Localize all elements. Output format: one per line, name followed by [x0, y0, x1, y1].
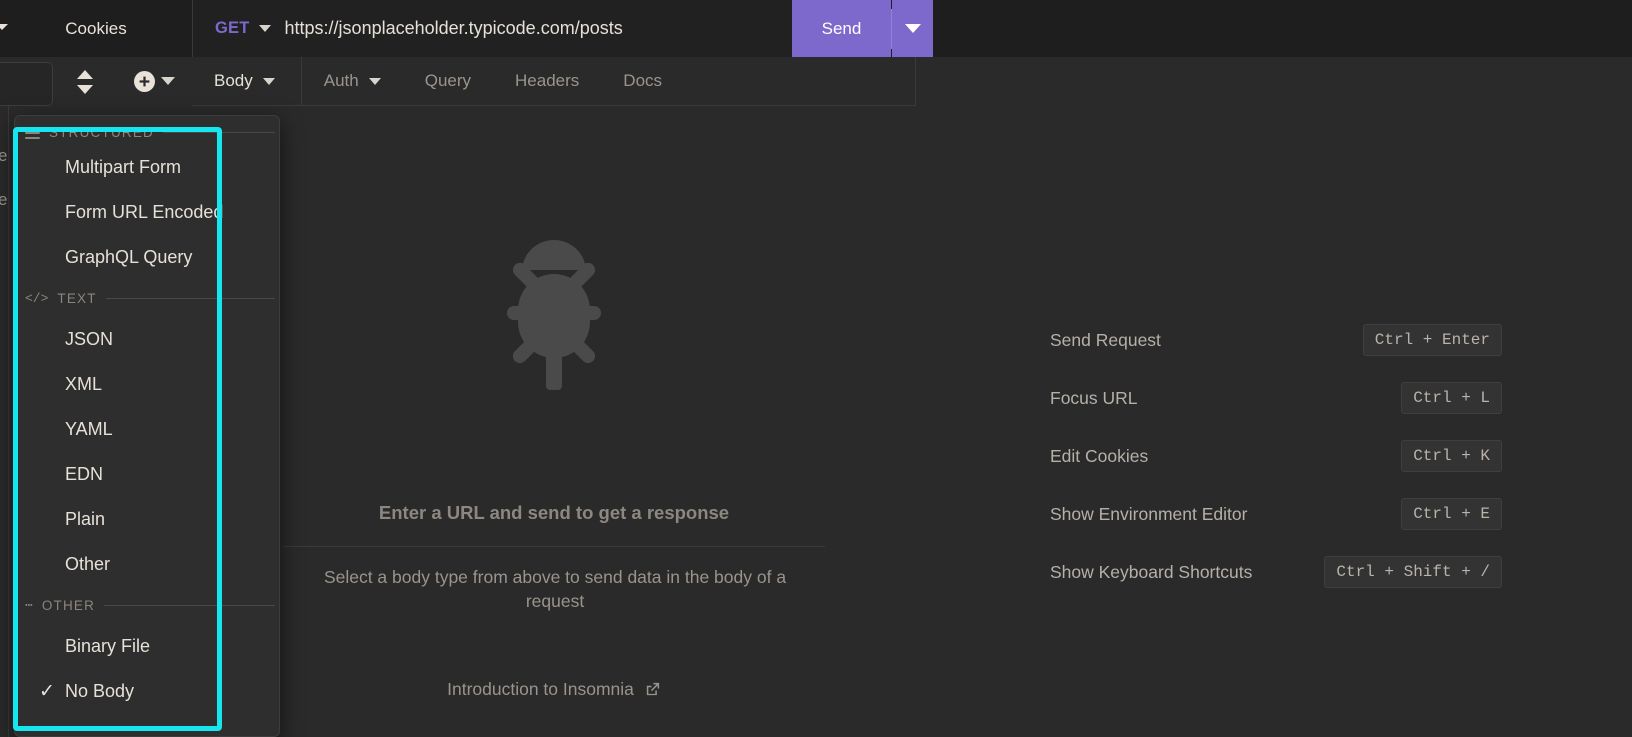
divider: [163, 132, 275, 133]
shortcut-keys: Ctrl + Enter: [1362, 324, 1502, 356]
topbar-filler: [933, 0, 1632, 57]
shortcut-label: Show Keyboard Shortcuts: [1050, 561, 1253, 582]
menu-item-multipart-form[interactable]: Multipart Form: [15, 145, 279, 190]
menu-item-label: Plain: [65, 509, 106, 529]
menu-item-yaml[interactable]: YAML: [15, 407, 279, 452]
menu-item-label: No Body: [65, 681, 135, 701]
url-input[interactable]: https://jsonplaceholder.typicode.com/pos…: [285, 18, 623, 39]
menu-item-graphql-query[interactable]: GraphQL Query: [15, 235, 279, 280]
shortcut-row: Show Keyboard Shortcuts Ctrl + Shift + /: [1050, 556, 1502, 588]
sidebar-item-partial[interactable]: e: [0, 146, 7, 166]
menu-item-binary-file[interactable]: Binary File: [15, 624, 279, 669]
group-header-label: TEXT: [57, 291, 97, 306]
menu-item-other[interactable]: Other: [15, 542, 279, 587]
group-header-label: OTHER: [41, 598, 96, 613]
menu-item-label: Form URL Encoded: [65, 202, 224, 222]
url-bar[interactable]: GET https://jsonplaceholder.typicode.com…: [193, 0, 792, 57]
hamburger-icon: [25, 126, 40, 139]
menu-item-form-url-encoded[interactable]: Form URL Encoded: [15, 190, 279, 235]
menu-item-no-body[interactable]: ✓ No Body: [15, 669, 279, 714]
introduction-link[interactable]: Introduction to Insomnia: [192, 679, 916, 700]
shortcut-label: Focus URL: [1050, 387, 1138, 408]
chevron-down-icon[interactable]: [258, 25, 271, 32]
shortcut-keys: Ctrl + E: [1401, 498, 1502, 530]
request-tabs: Body Auth Query Headers Docs: [192, 56, 916, 106]
code-tags-icon: </>: [25, 291, 49, 306]
body-type-dropdown[interactable]: STRUCTURED Multipart Form Form URL Encod…: [14, 115, 280, 737]
menu-item-label: XML: [65, 374, 103, 394]
ellipsis-icon: ⋯: [25, 598, 33, 613]
send-button[interactable]: Send: [792, 0, 891, 57]
divider: [105, 298, 275, 299]
filter-input[interactable]: [0, 62, 53, 106]
menu-item-plain[interactable]: Plain: [15, 497, 279, 542]
shortcut-row: Edit Cookies Ctrl + K: [1050, 440, 1502, 472]
menu-item-label: Other: [65, 554, 111, 574]
tab-auth-label: Auth: [323, 71, 359, 90]
group-header-structured: STRUCTURED: [25, 125, 275, 140]
shortcut-label: Show Environment Editor: [1050, 503, 1248, 524]
request-pane: Enter a URL and send to get a response S…: [192, 106, 916, 737]
group-header-label: STRUCTURED: [49, 125, 154, 140]
insomnia-window: Cookies GET https://jsonplaceholder.typi…: [0, 0, 1632, 737]
divider: [284, 546, 825, 547]
bug-icon: [507, 240, 601, 390]
tab-docs-label: Docs: [623, 71, 663, 90]
shortcut-row: Send Request Ctrl + Enter: [1050, 324, 1502, 356]
divider: [104, 605, 275, 606]
bug-illustration: [192, 226, 916, 396]
chevron-down-icon: [368, 77, 381, 85]
tab-body-label: Body: [214, 71, 253, 90]
shortcut-row: Focus URL Ctrl + L: [1050, 382, 1502, 414]
chevron-down-icon: [904, 24, 921, 33]
menu-item-label: YAML: [65, 419, 113, 439]
cookies-label: Cookies: [65, 18, 127, 38]
group-header-other: ⋯ OTHER: [25, 598, 275, 613]
tab-headers[interactable]: Headers: [493, 57, 601, 106]
empty-state-subtitle: Select a body type from above to send da…: [323, 567, 787, 611]
http-method-label[interactable]: GET: [215, 19, 250, 38]
group-header-text: </> TEXT: [25, 291, 275, 306]
menu-item-label: JSON: [65, 329, 114, 349]
shortcut-row: Show Environment Editor Ctrl + E: [1050, 498, 1502, 530]
menu-item-label: GraphQL Query: [65, 247, 193, 267]
shortcuts-pane: Send Request Ctrl + Enter Focus URL Ctrl…: [916, 57, 1632, 737]
menu-item-label: Binary File: [65, 636, 151, 656]
external-link-icon: [646, 682, 660, 696]
shortcut-keys: Ctrl + K: [1401, 440, 1502, 472]
menu-item-label: EDN: [65, 464, 104, 484]
menu-item-json[interactable]: JSON: [15, 317, 279, 362]
menu-item-edn[interactable]: EDN: [15, 452, 279, 497]
tab-query-label: Query: [424, 71, 472, 90]
shortcut-keys: Ctrl + L: [1401, 382, 1502, 414]
tab-auth[interactable]: Auth: [302, 57, 403, 106]
empty-state-title: Enter a URL and send to get a response: [378, 502, 730, 523]
introduction-link-label: Introduction to Insomnia: [447, 679, 634, 699]
divider: [8, 106, 9, 737]
top-bar: Cookies GET https://jsonplaceholder.typi…: [0, 0, 1632, 57]
check-icon: ✓: [39, 681, 55, 702]
menu-item-xml[interactable]: XML: [15, 362, 279, 407]
add-icon[interactable]: [134, 71, 155, 92]
shortcut-label: Send Request: [1050, 329, 1161, 350]
cookies-button[interactable]: Cookies: [0, 0, 192, 57]
tab-query[interactable]: Query: [403, 57, 493, 106]
menu-item-label: Multipart Form: [65, 157, 182, 177]
tab-body[interactable]: Body: [192, 56, 302, 106]
shortcut-label: Edit Cookies: [1050, 445, 1149, 466]
shortcut-keys: Ctrl + Shift + /: [1324, 556, 1502, 588]
sort-icon[interactable]: [75, 70, 95, 94]
sidebar-item-partial[interactable]: e: [0, 190, 7, 210]
sidebar-toolbar: [0, 57, 192, 106]
chevron-down-icon: [262, 77, 275, 85]
tab-docs[interactable]: Docs: [601, 57, 684, 106]
send-options-button[interactable]: [892, 0, 933, 57]
tab-headers-label: Headers: [515, 71, 580, 90]
chevron-down-icon: [0, 24, 8, 30]
chevron-down-icon[interactable]: [161, 77, 175, 85]
